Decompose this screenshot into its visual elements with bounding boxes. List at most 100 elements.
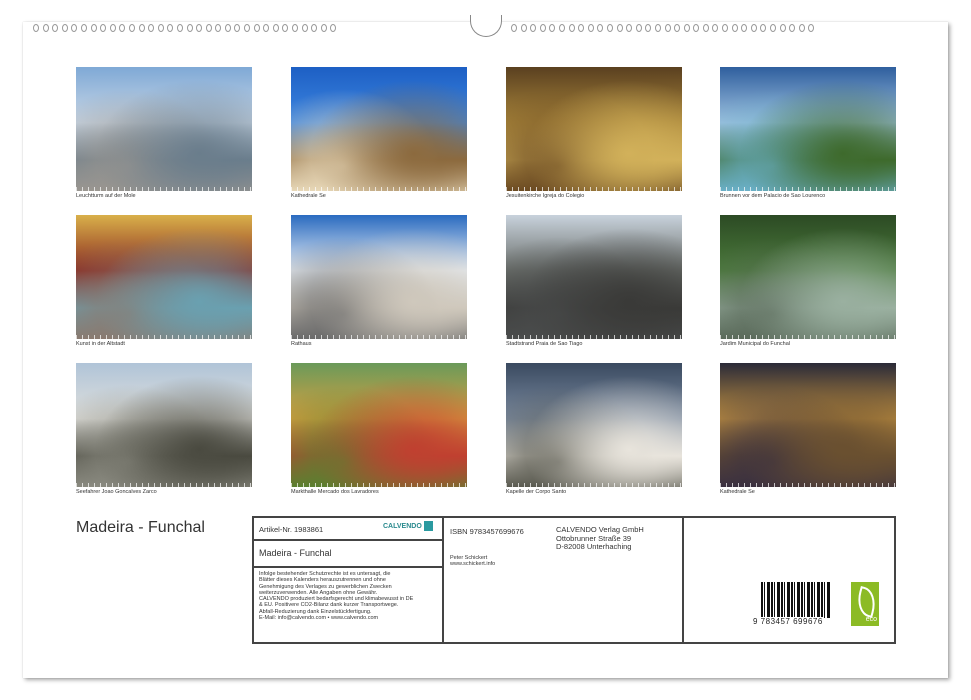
photo-caption: Kunst in der Altstadt [76,341,125,347]
binding-hole [607,24,613,32]
binding-hole [43,24,49,32]
legal-notice: Infolge bestehender Schutzrechte ist es … [259,571,413,621]
binding-hole [206,24,212,32]
binding-hole [139,24,145,32]
calendar-photo [506,215,682,339]
binding-holes-left [33,24,336,34]
binding-hole [148,24,154,32]
eco-leaf-icon: eco [851,582,879,626]
binding-hole [741,24,747,32]
photo-caption: Kathedrale Se [291,193,326,199]
article-number: Artikel-Nr. 1983861 [259,525,323,534]
binding-hole [636,24,642,32]
binding-hole [712,24,718,32]
binding-hole [62,24,68,32]
calendar-photo [506,67,682,191]
calendar-photo [506,363,682,487]
binding-hole [722,24,728,32]
date-strip [720,483,896,487]
photo-caption: Stadtstrand Praia de Sao Tiago [506,341,582,347]
binding-hole [110,24,116,32]
barcode [761,582,831,618]
calendar-title: Madeira - Funchal [76,519,205,537]
binding-hole [167,24,173,32]
binding-hole [196,24,202,32]
binding-hole [244,24,250,32]
date-strip [76,187,252,191]
binding-hole [760,24,766,32]
binding-hole [263,24,269,32]
binding-hole [597,24,603,32]
binding-hole [177,24,183,32]
date-strip [76,483,252,487]
binding-hole [330,24,336,32]
binding-hole [71,24,77,32]
binding-hole [292,24,298,32]
photo-caption: Seefahrer Joao Goncalves Zarco [76,489,157,495]
barcode-number: 9 783457 699676 [753,617,823,626]
photo-caption: Leuchtturm auf der Mole [76,193,136,199]
calendar-photo [291,363,467,487]
binding-hole [225,24,231,32]
binding-hole [549,24,555,32]
legal-line: Genehmigung des Verlages zu gewerblichen… [259,584,413,590]
calendar-photo [76,363,252,487]
date-strip [506,187,682,191]
binding-hole [511,24,517,32]
calendar-photo [720,363,896,487]
binding-hole [780,24,786,32]
binding-hole [311,24,317,32]
binding-hole [282,24,288,32]
binding-hole [789,24,795,32]
binding-hole [617,24,623,32]
photo-caption: Markthalle Mercado dos Lavradores [291,489,379,495]
calendar-photo [720,67,896,191]
binding-hole [129,24,135,32]
photo-caption: Rathaus [291,341,312,347]
legal-line: E-Mail: info@calvendo.com • www.calvendo… [259,615,413,621]
binding-hole [521,24,527,32]
calvendo-logo: CALVENDO [383,521,433,531]
date-strip [291,483,467,487]
calendar-photo [291,67,467,191]
binding-hole [540,24,546,32]
binding-hole [158,24,164,32]
author-url: www.schickert.info [450,561,495,567]
binding-hole [808,24,814,32]
binding-hole [674,24,680,32]
binding-hole [91,24,97,32]
binding-hole [273,24,279,32]
binding-hole [626,24,632,32]
binding-holes-right [511,24,814,34]
binding-hole [33,24,39,32]
legal-line: & EU. Positivere CO2-Bilanz dank kurzer … [259,602,413,608]
photo-caption: Jardim Municipal do Funchal [720,341,790,347]
calendar-photo [76,67,252,191]
binding-hole [81,24,87,32]
binding-hole [588,24,594,32]
binding-hole [578,24,584,32]
binding-hole [665,24,671,32]
binding-hole [559,24,565,32]
date-strip [506,335,682,339]
date-strip [506,483,682,487]
date-strip [291,335,467,339]
isbn: ISBN 9783457699676 [450,527,524,536]
binding-hole [655,24,661,32]
binding-hole [234,24,240,32]
photo-caption: Kathedrale Se [720,489,755,495]
photo-caption: Kapelle der Corpo Santo [506,489,566,495]
date-strip [291,187,467,191]
date-strip [76,335,252,339]
binding-hole [254,24,260,32]
publisher-address: CALVENDO Verlag GmbHOttobrunner Straße 3… [556,526,644,552]
binding-hole [732,24,738,32]
calendar-photo [720,215,896,339]
date-strip [720,187,896,191]
binding-hole [569,24,575,32]
binding-hole [187,24,193,32]
date-strip [720,335,896,339]
binding-hole [302,24,308,32]
binding-hole [215,24,221,32]
binding-hole [100,24,106,32]
